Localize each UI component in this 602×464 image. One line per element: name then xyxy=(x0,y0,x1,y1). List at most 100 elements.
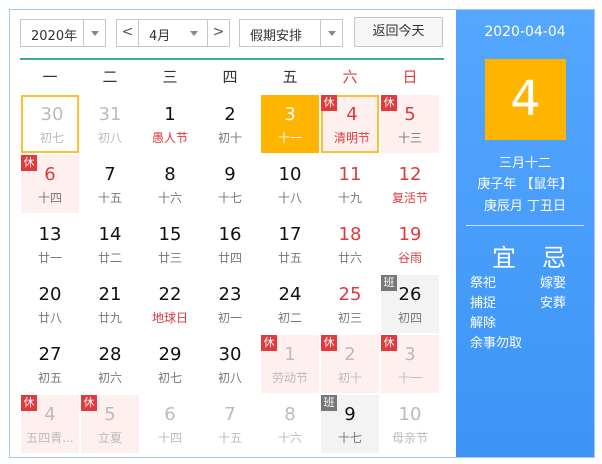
date-cell[interactable]: 27 初五 xyxy=(21,335,79,393)
date-cell[interactable]: 31 初八 xyxy=(81,95,139,153)
lunar-label: 初五 xyxy=(37,371,62,385)
date-cell[interactable]: 班 26 初四 xyxy=(381,275,439,333)
selected-date: 2020-04-04 xyxy=(484,24,566,40)
lunar-label: 初十 xyxy=(337,371,362,385)
date-number: 11 xyxy=(338,164,362,185)
lunar-label: 廿四 xyxy=(217,251,242,265)
date-cell[interactable]: 21 廿九 xyxy=(81,275,139,333)
date-cell[interactable]: 2 初十 xyxy=(201,95,259,153)
lunar-label: 谷雨 xyxy=(397,251,422,265)
lunar-label: 廿五 xyxy=(277,251,302,265)
date-cell[interactable]: 11 十九 xyxy=(321,155,379,213)
date-number: 17 xyxy=(278,224,302,245)
date-cell[interactable]: 9 十七 xyxy=(201,155,259,213)
date-cell[interactable]: 14 廿二 xyxy=(81,215,139,273)
lunar-label: 廿八 xyxy=(37,311,62,325)
date-cell[interactable]: 休 2 初十 xyxy=(321,335,379,393)
month-day-ganzhi: 庚辰月 丁丑日 xyxy=(483,199,567,214)
date-cell[interactable]: 8 十六 xyxy=(141,155,199,213)
lunar-label: 十七 xyxy=(337,431,362,445)
date-cell[interactable]: 20 廿八 xyxy=(21,275,79,333)
date-number: 28 xyxy=(98,344,122,365)
chevron-down-icon xyxy=(320,20,342,46)
lunar-label: 初三 xyxy=(337,311,362,325)
date-number: 5 xyxy=(404,104,416,125)
date-number: 3 xyxy=(284,104,296,125)
weekday-label: 五 xyxy=(282,68,298,86)
holiday-select[interactable]: 假期安排 xyxy=(239,19,343,47)
date-cell[interactable]: 17 廿五 xyxy=(261,215,319,273)
date-cell[interactable]: 28 初六 xyxy=(81,335,139,393)
weekday-label: 三 xyxy=(162,68,178,86)
calendar-widget: 2020年 < 4月 > 假期安排 返回今天 一二三四五六日 30 初七 31 初八 1… xyxy=(9,9,595,458)
date-cell[interactable]: 3 十一 xyxy=(261,95,319,153)
lunar-label: 廿三 xyxy=(157,251,182,265)
date-cell[interactable]: 休 6 十四 xyxy=(21,155,79,213)
chevron-down-icon xyxy=(83,20,105,46)
date-cell[interactable]: 8 十六 xyxy=(261,395,319,453)
date-cell[interactable]: 16 廿四 xyxy=(201,215,259,273)
date-cell[interactable]: 休 1 劳动节 xyxy=(261,335,319,393)
date-number: 22 xyxy=(158,284,182,305)
date-cell[interactable]: 10 十八 xyxy=(261,155,319,213)
lunar-label: 十一 xyxy=(277,131,302,145)
date-number: 16 xyxy=(218,224,242,245)
lunar-label: 十三 xyxy=(397,131,422,145)
date-number: 6 xyxy=(44,164,56,185)
date-cell[interactable]: 7 十五 xyxy=(201,395,259,453)
lunar-label: 廿九 xyxy=(97,311,122,325)
date-cell[interactable]: 1 愚人节 xyxy=(141,95,199,153)
yi-item: 解除 xyxy=(470,316,497,331)
date-cell[interactable]: 休 4 五四青... xyxy=(21,395,79,453)
year-value: 2020年 xyxy=(31,29,78,44)
lunar-label: 十九 xyxy=(337,191,362,205)
date-cell[interactable]: 30 初七 xyxy=(21,95,79,153)
date-cell[interactable]: 23 初一 xyxy=(201,275,259,333)
date-cell[interactable]: 休 4 清明节 xyxy=(321,95,379,153)
date-number: 12 xyxy=(398,164,422,185)
date-cell[interactable]: 29 初七 xyxy=(141,335,199,393)
date-cell[interactable]: 10 母亲节 xyxy=(381,395,439,453)
weekday-label: 四 xyxy=(222,68,238,86)
yi-item: 余事勿取 xyxy=(470,336,523,351)
month-select[interactable]: < 4月 > xyxy=(116,19,230,47)
lunar-label: 初一 xyxy=(217,311,242,325)
lunar-label: 十五 xyxy=(97,191,122,205)
lunar-label: 初八 xyxy=(97,131,122,145)
lunar-label: 廿六 xyxy=(337,251,362,265)
date-cell[interactable]: 19 谷雨 xyxy=(381,215,439,273)
date-cell[interactable]: 6 十四 xyxy=(141,395,199,453)
year-ganzhi: 庚子年 【鼠年】 xyxy=(477,177,573,192)
date-cell[interactable]: 13 廿一 xyxy=(21,215,79,273)
toolbar: 2020年 < 4月 > 假期安排 返回今天 xyxy=(10,10,456,54)
date-cell[interactable]: 15 廿三 xyxy=(141,215,199,273)
date-cell[interactable]: 24 初二 xyxy=(261,275,319,333)
date-number: 19 xyxy=(398,224,422,245)
date-cell[interactable]: 12 复活节 xyxy=(381,155,439,213)
date-number: 21 xyxy=(98,284,122,305)
date-cell[interactable]: 22 地球日 xyxy=(141,275,199,333)
back-to-today-button[interactable]: 返回今天 xyxy=(354,17,443,47)
date-cell[interactable]: 班 9 十七 xyxy=(321,395,379,453)
date-cell[interactable]: 休 5 立夏 xyxy=(81,395,139,453)
year-select[interactable]: 2020年 xyxy=(20,19,106,47)
date-cell[interactable]: 30 初八 xyxy=(201,335,259,393)
date-number: 9 xyxy=(344,404,356,425)
date-number: 1 xyxy=(284,344,296,365)
lunar-label: 愚人节 xyxy=(151,131,188,145)
date-number: 2 xyxy=(344,344,356,365)
next-month-button[interactable]: > xyxy=(207,20,229,46)
prev-month-button[interactable]: < xyxy=(117,20,139,46)
lunar-label: 初七 xyxy=(39,131,64,145)
date-cell[interactable]: 18 廿六 xyxy=(321,215,379,273)
date-cell[interactable]: 休 3 十一 xyxy=(381,335,439,393)
lunar-label: 初十 xyxy=(217,131,242,145)
date-number: 30 xyxy=(40,104,64,125)
date-number: 20 xyxy=(38,284,62,305)
date-cell[interactable]: 25 初三 xyxy=(321,275,379,333)
date-cell[interactable]: 休 5 十三 xyxy=(381,95,439,153)
ji-item: 安葬 xyxy=(540,296,567,311)
weekday-label: 二 xyxy=(102,68,118,86)
date-number: 30 xyxy=(218,344,242,365)
date-cell[interactable]: 7 十五 xyxy=(81,155,139,213)
